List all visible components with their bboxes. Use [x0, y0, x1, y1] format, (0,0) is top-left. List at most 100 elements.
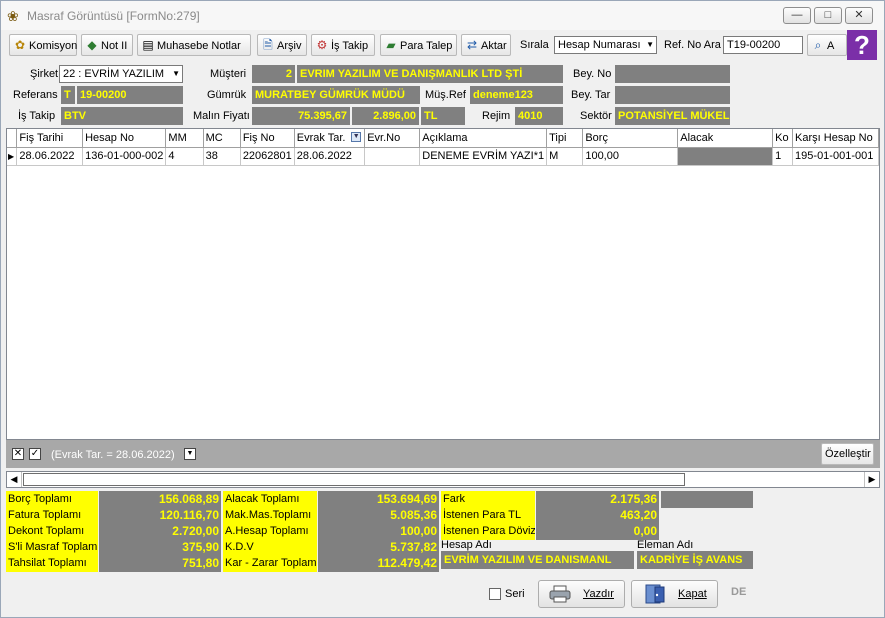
customize-button[interactable]: Özelleştir	[821, 443, 874, 465]
mak-mas-toplami-label: Mak.Mas.Toplamı	[223, 507, 317, 524]
cell-fis-no[interactable]: 22062801	[240, 147, 295, 166]
close-button[interactable]: ✕	[845, 7, 873, 24]
mus-ref-label: Müş.Ref	[425, 89, 466, 101]
cell-aciklama[interactable]: DENEME EVRİM YAZI*1	[419, 147, 548, 166]
col-karsi-hesap-no[interactable]: Karşı Hesap No	[792, 129, 879, 148]
kar-zarar-toplami-label: Kar - Zarar Toplamı	[223, 555, 317, 572]
cell-evr-no[interactable]	[364, 147, 421, 166]
col-mc[interactable]: MC	[203, 129, 241, 148]
kdv-value: 5.737,82	[318, 539, 439, 556]
istenen-para-tl-value: 463,20	[536, 507, 659, 524]
musteri-name: EVRIM YAZILIM VE DANIŞMANLIK LTD ŞTİ	[297, 65, 563, 83]
horizontal-scrollbar[interactable]: ◀ ▶	[6, 471, 880, 488]
cell-alacak[interactable]	[677, 147, 774, 166]
filter-history-dropdown[interactable]: ▼	[184, 448, 196, 460]
bey-tar-label: Bey. Tar	[571, 89, 611, 101]
cell-hesap-no[interactable]: 136-01-000-002	[82, 147, 167, 166]
muhasebe-notlar-button[interactable]: ▤ Muhasebe Notlar	[137, 34, 251, 56]
chevron-down-icon: ▼	[172, 69, 180, 78]
note-icon: ◆	[87, 38, 97, 52]
sektor-value: POTANSİYEL MÜKELL	[615, 107, 730, 125]
grid-header-row: Fiş Tarihi Hesap No MM MC Fiş No Evrak T…	[7, 129, 879, 148]
bey-tar-value	[615, 86, 730, 104]
seri-checkbox[interactable]	[489, 588, 501, 600]
sli-masraf-toplami-label: S'li Masraf Toplamı	[6, 539, 98, 556]
filter-icon[interactable]: ▼	[351, 132, 362, 142]
dekont-toplami-value: 2.720,00	[99, 523, 221, 540]
maximize-button[interactable]: □	[814, 7, 842, 24]
yazdir-button[interactable]: Yazdır	[538, 580, 625, 608]
cell-tipi[interactable]: M	[546, 147, 584, 166]
app-icon: ❀	[7, 8, 19, 24]
cell-mm[interactable]: 4	[165, 147, 204, 166]
fark-value: 2.175,36	[536, 491, 659, 508]
col-hesap-no[interactable]: Hesap No	[82, 129, 167, 148]
a-hesap-toplami-label: A.Hesap Toplamı	[223, 523, 317, 540]
komisyon-button[interactable]: ✿ Komisyon	[9, 34, 77, 56]
clear-filter-icon[interactable]: ✕	[12, 448, 24, 460]
aktar-button[interactable]: ⇄ Aktar	[461, 34, 511, 56]
scroll-left-icon[interactable]: ◀	[7, 472, 22, 487]
malin-fiyati-value-2: 2.896,00	[352, 107, 419, 125]
sirket-select[interactable]: 22 : EVRİM YAZILIM ▼	[59, 65, 183, 83]
col-ko[interactable]: Ko	[772, 129, 794, 148]
scroll-right-icon[interactable]: ▶	[864, 472, 879, 487]
scroll-thumb[interactable]	[23, 473, 685, 486]
rejim-label: Rejim	[482, 110, 511, 122]
filter-enabled-checkbox[interactable]: ✓	[29, 448, 41, 460]
col-fis-no[interactable]: Fiş No	[240, 129, 295, 148]
ref-no-input[interactable]: T19-00200	[723, 36, 803, 54]
borc-toplami-value: 156.068,89	[99, 491, 221, 508]
istenen-para-doviz-label: İstenen Para Döviz	[441, 523, 535, 540]
col-evr-no[interactable]: Evr.No	[364, 129, 421, 148]
ref-no-label: Ref. No Ara	[664, 39, 721, 51]
entries-grid[interactable]: Fiş Tarihi Hesap No MM MC Fiş No Evrak T…	[6, 128, 880, 440]
rejim-value: 4010	[515, 107, 563, 125]
fatura-toplami-value: 120.116,70	[99, 507, 221, 524]
komisyon-icon: ✿	[14, 38, 26, 52]
is-takip-button[interactable]: ⚙ İş Takip	[311, 34, 375, 56]
tahsilat-toplami-value: 751,80	[99, 555, 221, 572]
col-fis-tarihi[interactable]: Fiş Tarihi	[16, 129, 84, 148]
sirala-select[interactable]: Hesap Numarası ▼	[554, 36, 657, 54]
row-indicator-icon: ▶	[7, 147, 18, 166]
col-borc[interactable]: Borç	[582, 129, 679, 148]
malin-fiyati-label: Malın Fiyatı	[193, 110, 250, 122]
archive-icon: 🗎	[263, 38, 273, 52]
a-hesap-toplami-value: 100,00	[318, 523, 439, 540]
cell-ko[interactable]: 1	[772, 147, 794, 166]
col-mm[interactable]: MM	[165, 129, 204, 148]
arsiv-button[interactable]: 🗎 Arşiv	[257, 34, 307, 56]
malin-fiyati-value: 75.395,67	[252, 107, 350, 125]
col-tipi[interactable]: Tipi	[546, 129, 584, 148]
title-bar: ❀ Masraf Görüntüsü [FormNo:279] — □ ✕	[1, 1, 884, 30]
gumruk-label: Gümrük	[207, 89, 247, 101]
col-alacak[interactable]: Alacak	[677, 129, 774, 148]
dekont-toplami-label: Dekont Toplamı	[6, 523, 98, 540]
para-talep-button[interactable]: ▰ Para Talep	[380, 34, 457, 56]
help-icon[interactable]: ?	[847, 30, 877, 60]
row-indicator-header	[7, 129, 18, 148]
referans-prefix: T	[61, 86, 75, 104]
istenen-para-tl-label: İstenen Para TL	[441, 507, 535, 524]
cell-evrak-tar[interactable]: 28.06.2022	[294, 147, 366, 166]
cell-borc[interactable]: 100,00	[582, 147, 679, 166]
table-row[interactable]: ▶ 28.06.2022 136-01-000-002 4 38 2206280…	[7, 147, 879, 166]
ara-button[interactable]: ⌕ A	[807, 34, 847, 56]
kapat-button[interactable]: Kapat	[631, 580, 718, 608]
col-evrak-tar[interactable]: Evrak Tar. ▼	[294, 129, 366, 148]
col-aciklama[interactable]: Açıklama	[419, 129, 548, 148]
musteri-code: 2	[252, 65, 295, 83]
documents-icon: ▤	[142, 38, 154, 52]
sli-masraf-toplami-value: 375,90	[99, 539, 221, 556]
transfer-icon: ⇄	[466, 38, 478, 52]
mak-mas-toplami-value: 5.085,36	[318, 507, 439, 524]
referans-label: Referans	[13, 89, 58, 101]
cell-mc[interactable]: 38	[203, 147, 241, 166]
minimize-button[interactable]: —	[783, 7, 811, 24]
masraf-window: ❀ Masraf Görüntüsü [FormNo:279] — □ ✕ ✿ K…	[0, 0, 885, 618]
language-indicator: DE	[731, 586, 747, 598]
not-button[interactable]: ◆ Not II	[81, 34, 133, 56]
cell-fis-tarihi[interactable]: 28.06.2022	[16, 147, 84, 166]
cell-karsi-hesap-no[interactable]: 195-01-001-001	[792, 147, 879, 166]
